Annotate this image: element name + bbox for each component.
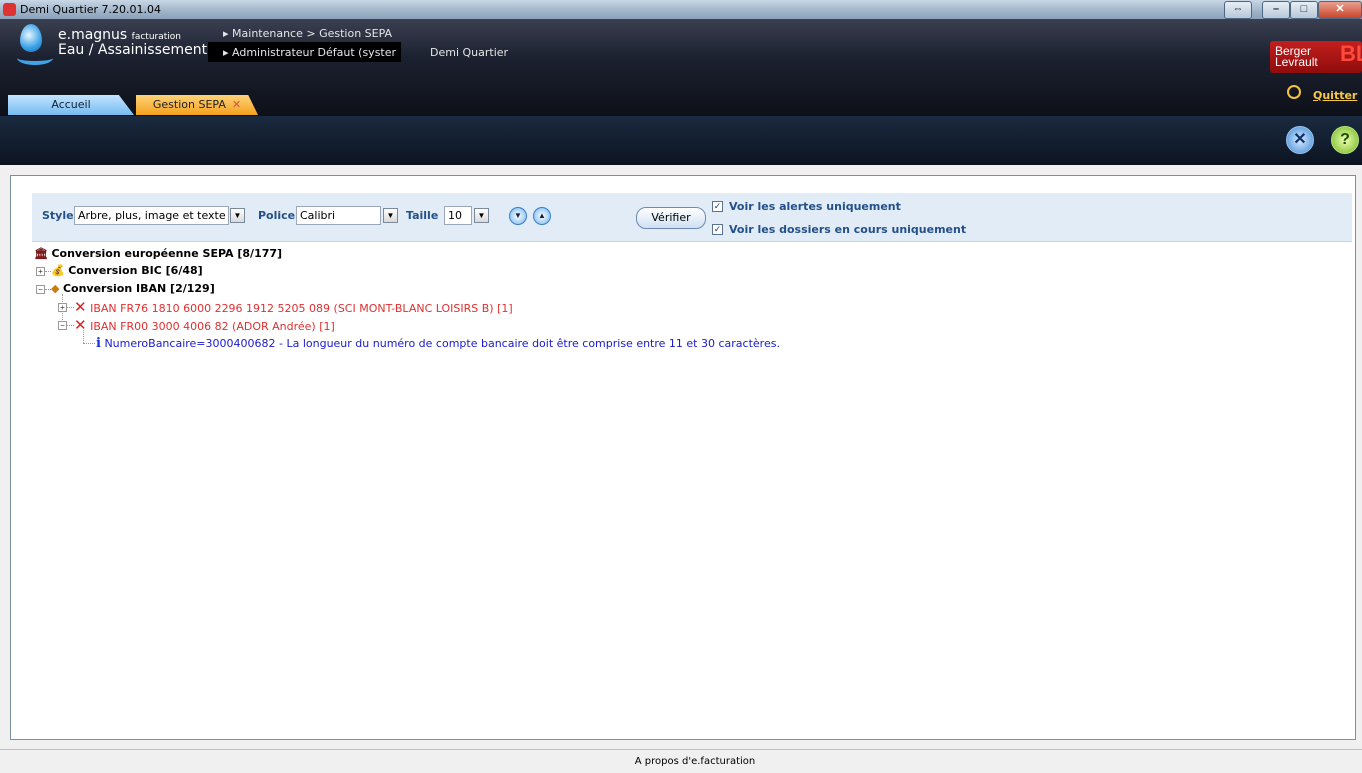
maximize-button[interactable]: □ [1290, 1, 1318, 19]
triangle-right-icon: ▸ [223, 27, 229, 40]
collapse-icon[interactable]: − [58, 321, 67, 330]
in-progress-only-checkbox[interactable]: ✓ [712, 224, 723, 235]
style-select[interactable]: Arbre, plus, image et texte [74, 206, 229, 225]
bank-building-icon: 🏛 [34, 247, 48, 260]
tree-connector [83, 330, 84, 343]
breadcrumb: ▸ Maintenance > Gestion SEPA [223, 27, 392, 40]
tree-connector [83, 343, 95, 344]
tree-connector [67, 325, 74, 326]
error-x-icon: ✕ [74, 298, 87, 316]
police-select[interactable]: Calibri [296, 206, 381, 225]
expand-icon[interactable]: + [58, 303, 67, 312]
help-icon[interactable]: ? [1331, 126, 1359, 154]
berger-levrault-logo: Berger Levrault BL [1270, 41, 1362, 73]
app-icon [3, 3, 16, 16]
tab-gestion-sepa[interactable]: Gestion SEPA ✕ [136, 95, 258, 115]
brand-subtitle: Eau / Assainissement [58, 42, 208, 58]
toolbar [0, 116, 1362, 165]
wave-logo-icon [17, 51, 53, 65]
brand-name: e.magnus facturation [58, 27, 181, 43]
decrease-size-icon[interactable]: ▼ [509, 207, 527, 225]
tree-connector [67, 307, 74, 308]
close-tab-icon[interactable]: ✕ [232, 98, 241, 111]
tree-node-iban[interactable]: ◆ Conversion IBAN [2/129] [51, 281, 215, 297]
cancel-icon[interactable]: ✕ [1286, 126, 1314, 154]
restore-arrows-icon[interactable]: ⇔ [1224, 1, 1252, 19]
tree-node-bic[interactable]: 💰 Conversion BIC [6/48] [51, 263, 203, 279]
chevron-down-icon[interactable]: ▼ [230, 208, 245, 223]
bl-monogram: BL [1340, 41, 1362, 66]
window-title: Demi Quartier 7.20.01.04 [20, 3, 162, 16]
current-user: ▸ Administrateur Défaut (syster [223, 46, 397, 59]
alerts-only-checkbox[interactable]: ✓ [712, 201, 723, 212]
style-label: Style [42, 209, 74, 222]
power-icon[interactable] [1287, 85, 1301, 99]
collapse-icon[interactable]: − [36, 285, 45, 294]
taille-select[interactable]: 10 [444, 206, 472, 225]
taille-label: Taille [406, 209, 439, 222]
increase-size-icon[interactable]: ▲ [533, 207, 551, 225]
error-x-icon: ✕ [74, 316, 87, 334]
tree-node-info[interactable]: i NumeroBancaire=3000400682 - La longueu… [96, 336, 780, 352]
chevron-down-icon[interactable]: ▼ [474, 208, 489, 223]
about-link[interactable]: A propos d'e.facturation [0, 756, 1362, 767]
alerts-only-label: Voir les alertes uniquement [729, 200, 901, 213]
window-titlebar: Demi Quartier 7.20.01.04 ⇔ – □ ✕ [0, 0, 1362, 20]
current-site: Demi Quartier [430, 46, 509, 59]
triangle-right-icon: ▸ [223, 46, 229, 59]
water-drop-logo-icon [20, 24, 42, 52]
in-progress-only-label: Voir les dossiers en cours uniquement [729, 223, 967, 236]
expand-icon[interactable]: + [36, 267, 45, 276]
police-label: Police [258, 209, 296, 222]
chevron-down-icon[interactable]: ▼ [383, 208, 398, 223]
breadcrumb-text: Maintenance > Gestion SEPA [232, 27, 393, 40]
verify-button[interactable]: Vérifier [636, 207, 706, 229]
minimize-button[interactable]: – [1262, 1, 1290, 19]
quit-button[interactable]: Quitter [1313, 89, 1357, 102]
tree-node-iban-error[interactable]: ✕ IBAN FR00 3000 4006 82 (ADOR Andrée) [… [74, 317, 335, 333]
info-icon: i [96, 336, 101, 351]
tree-node-iban-error[interactable]: ✕ IBAN FR76 1810 6000 2296 1912 5205 089… [74, 299, 513, 315]
tab-accueil[interactable]: Accueil [8, 95, 134, 115]
tree-root[interactable]: 🏛 Conversion européenne SEPA [8/177] [34, 246, 282, 262]
close-window-button[interactable]: ✕ [1318, 1, 1362, 19]
money-bag-icon: 💰 [51, 264, 65, 277]
wallet-icon: ◆ [51, 282, 60, 295]
